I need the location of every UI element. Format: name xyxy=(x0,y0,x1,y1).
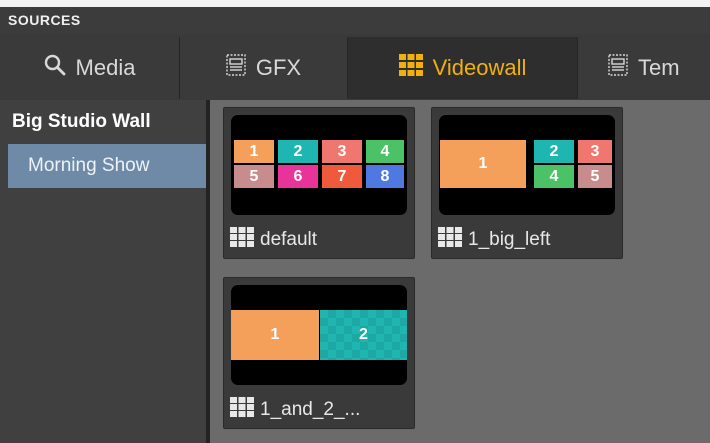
layout-cell: 1 xyxy=(234,140,274,163)
preset-thumbnail: 1 2 3 4 5 xyxy=(439,115,615,215)
preset-caption: 1_big_left xyxy=(438,226,551,254)
tree-item-morning-show[interactable]: Morning Show xyxy=(8,144,206,188)
layout-cell: 1 xyxy=(440,140,526,188)
preset-caption: default xyxy=(230,226,318,254)
search-icon xyxy=(44,54,66,82)
layout-cell: 4 xyxy=(366,140,404,163)
layout-cell: 2 xyxy=(534,140,574,163)
tab-label: GFX xyxy=(255,55,302,80)
preset-card-1-big-left[interactable]: 1 2 3 4 5 1_big_left xyxy=(431,107,623,259)
layout-cell: 8 xyxy=(366,165,404,188)
layout-cell: 6 xyxy=(278,165,318,188)
panel-title: SOURCES xyxy=(0,7,710,34)
layout-cell: 3 xyxy=(578,140,612,163)
videowall-grid-icon xyxy=(438,226,462,254)
preset-thumbnail: 1 2 3 4 5 6 7 8 xyxy=(231,115,407,215)
tab-label: Tem xyxy=(638,55,680,80)
tab-gfx[interactable]: GFX xyxy=(180,37,348,99)
layout-cell: 2 xyxy=(320,310,407,360)
preset-caption: 1_and_2_... xyxy=(230,396,361,424)
tree-item-big-studio-wall[interactable]: Big Studio Wall xyxy=(8,100,206,144)
layout-cell: 5 xyxy=(234,165,274,188)
panel-splitter[interactable] xyxy=(206,100,210,443)
top-edge-strip xyxy=(0,0,710,7)
preset-name: 1_big_left xyxy=(468,229,551,250)
tab-label: Videowall xyxy=(432,55,527,80)
layout-cell: 3 xyxy=(322,140,362,163)
preset-name: 1_and_2_... xyxy=(260,399,361,420)
layout-cell: 4 xyxy=(534,165,574,188)
tab-media[interactable]: Media xyxy=(0,37,180,99)
preset-card-1-and-2[interactable]: 1 2 1_and_2_... xyxy=(223,277,415,429)
preset-card-default[interactable]: 1 2 3 4 5 6 7 8 default xyxy=(223,107,415,259)
tab-templates[interactable]: Tem xyxy=(578,37,710,99)
layout-cell: 5 xyxy=(578,165,612,188)
preset-thumbnail: 1 2 xyxy=(231,285,407,385)
videowall-grid-icon xyxy=(230,396,254,424)
source-tabs: Media GFX Videowall Tem xyxy=(0,34,710,100)
gfx-template-icon xyxy=(226,54,246,82)
template-icon xyxy=(608,54,628,82)
tab-label: Media xyxy=(75,55,136,80)
preset-name: default xyxy=(260,229,318,250)
layout-cell: 7 xyxy=(322,165,362,188)
tab-videowall[interactable]: Videowall xyxy=(348,37,578,99)
layout-cell: 2 xyxy=(278,140,318,163)
layout-cell: 1 xyxy=(231,310,319,360)
videowall-grid-icon xyxy=(230,226,254,254)
videowall-grid-icon xyxy=(398,54,423,82)
